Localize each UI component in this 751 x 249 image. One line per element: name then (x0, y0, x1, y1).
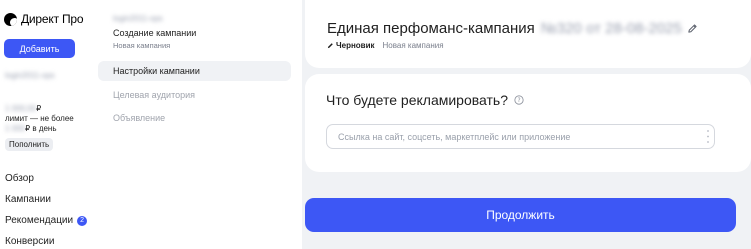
status-chip-label: Черновик (336, 41, 375, 50)
nav-item-campaigns[interactable]: Кампании (5, 194, 51, 205)
step-campaign-settings[interactable]: Настройки кампании (98, 61, 291, 81)
step-label: Настройки кампании (113, 66, 200, 76)
continue-button[interactable]: Продолжить (305, 198, 736, 232)
step-target-audience[interactable]: Целевая аудитория (98, 85, 291, 105)
nav-item-label: Обзор (5, 173, 34, 184)
status-subtitle: Новая кампания (382, 41, 444, 50)
resize-grip-icon[interactable] (706, 129, 710, 144)
nav-item-label: Конверсии (5, 236, 55, 247)
balance: 1 000,00 ₽ (5, 104, 41, 113)
limit-amount: 1 000 (5, 124, 26, 133)
topup-button[interactable]: Пополнить (5, 138, 54, 151)
step-ad[interactable]: Объявление (98, 108, 291, 128)
campaign-title: Единая перфоманс-кампания №320 от 28-08-… (327, 20, 698, 37)
question-title: Что будете рекламировать? ? (326, 92, 524, 108)
account-header: login2011-ops (113, 14, 163, 23)
step-label: Целевая аудитория (113, 90, 195, 100)
balance-currency: ₽ (36, 104, 42, 113)
logo[interactable]: Директ Про (4, 12, 84, 26)
campaign-number: №320 от 28-08-2025 (540, 20, 682, 37)
left-sidebar: Директ Про Добавить login2011-ops 1 000,… (0, 0, 92, 249)
campaign-status-row: Черновик Новая кампания (327, 41, 444, 50)
campaign-header-card: Единая перфоманс-кампания №320 от 28-08-… (305, 0, 751, 68)
url-input[interactable] (326, 124, 715, 149)
add-button[interactable]: Добавить (4, 39, 75, 58)
nav-item-label: Кампании (5, 194, 51, 205)
nav-item-overview[interactable]: Обзор (5, 173, 34, 184)
step-label: Объявление (113, 113, 166, 123)
daily-limit: 1 000 ₽ в день (5, 124, 57, 133)
limit-suffix: ₽ в день (25, 124, 57, 133)
balance-amount: 1 000,00 (5, 104, 37, 113)
pencil-icon[interactable] (687, 23, 698, 34)
question-title-text: Что будете рекламировать? (326, 92, 509, 108)
nav-item-recommendations[interactable]: Рекомендации 2 (5, 215, 88, 226)
draft-pencil-icon (327, 43, 333, 49)
panel-subtitle: Новая кампания (113, 41, 171, 50)
nav-item-conversions[interactable]: Конверсии (5, 236, 54, 247)
panel-title: Создание кампании (113, 28, 197, 38)
svg-text:?: ? (517, 98, 520, 104)
nav-item-label: Рекомендации (5, 215, 74, 226)
limit-text: лимит — не более (5, 114, 74, 123)
campaign-steps-panel: login2011-ops Создание кампании Новая ка… (92, 0, 302, 249)
account-name[interactable]: login2011-ops (5, 71, 55, 80)
advertise-target-card: Что будете рекламировать? ? (305, 74, 751, 172)
recommendations-count-badge: 2 (77, 215, 88, 226)
campaign-title-text: Единая перфоманс-кампания (327, 20, 535, 37)
logo-text: Директ Про (21, 12, 84, 26)
status-chip: Черновик (327, 41, 375, 50)
help-circle-icon[interactable]: ? (514, 95, 524, 105)
yandex-direct-logo-icon (4, 12, 17, 26)
